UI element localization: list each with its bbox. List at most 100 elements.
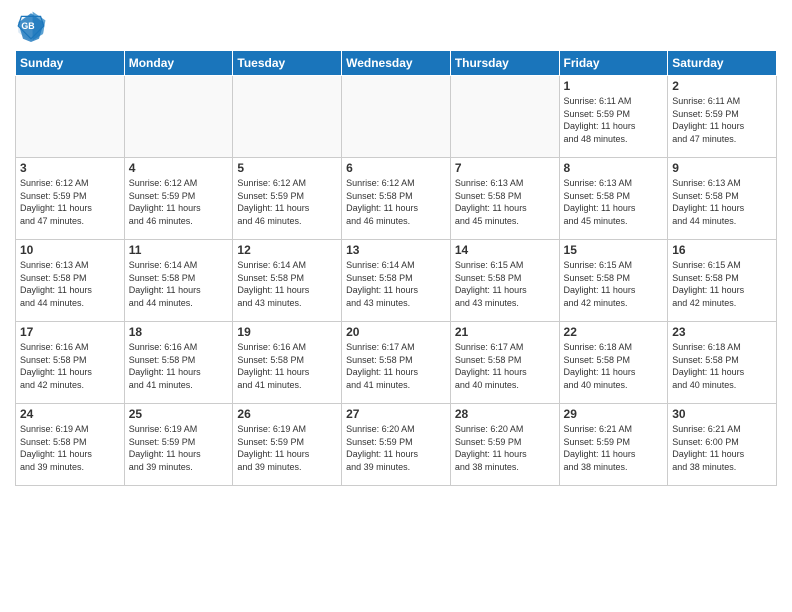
logo-icon: GB [15,10,47,42]
day-info: Sunrise: 6:11 AM Sunset: 5:59 PM Dayligh… [564,95,664,145]
day-info: Sunrise: 6:16 AM Sunset: 5:58 PM Dayligh… [129,341,229,391]
calendar-cell [124,76,233,158]
calendar-cell: 11Sunrise: 6:14 AM Sunset: 5:58 PM Dayli… [124,240,233,322]
day-info: Sunrise: 6:18 AM Sunset: 5:58 PM Dayligh… [672,341,772,391]
day-info: Sunrise: 6:14 AM Sunset: 5:58 PM Dayligh… [129,259,229,309]
calendar-cell: 18 Sunrise: 6:16 AM Sunset: 5:58 PM Dayli… [124,322,233,404]
day-number: 30 [672,407,772,421]
calendar-cell: 20 Sunrise: 6:17 AM Sunset: 5:58 PM Dayli… [342,322,451,404]
calendar-cell [342,76,451,158]
day-info: Sunrise: 6:13 AM Sunset: 5:58 PM Dayligh… [455,177,555,227]
calendar-cell: 14 Sunrise: 6:15 AM Sunset: 5:58 PM Dayli… [450,240,559,322]
day-info: Sunrise: 6:21 AM Sunset: 5:59 PM Dayligh… [564,423,664,473]
day-number: 15 [564,243,664,257]
calendar-cell: 17 Sunrise: 6:16 AM Sunset: 5:58 PM Dayli… [16,322,125,404]
calendar-cell: 15 Sunrise: 6:15 AM Sunset: 5:58 PM Dayli… [559,240,668,322]
day-number: 17 [20,325,120,339]
day-info: Sunrise: 6:17 AM Sunset: 5:58 PM Dayligh… [455,341,555,391]
day-info: Sunrise: 6:14 AM Sunset: 5:58 PM Dayligh… [237,259,337,309]
day-number: 18 [129,325,229,339]
day-info: Sunrise: 6:20 AM Sunset: 5:59 PM Dayligh… [455,423,555,473]
calendar-cell: 26 Sunrise: 6:19 AM Sunset: 5:59 PM Dayli… [233,404,342,486]
weekday-header: Tuesday [233,51,342,76]
day-info: Sunrise: 6:15 AM Sunset: 5:58 PM Dayligh… [564,259,664,309]
day-number: 26 [237,407,337,421]
day-number: 24 [20,407,120,421]
weekday-header: Friday [559,51,668,76]
day-info: Sunrise: 6:19 AM Sunset: 5:59 PM Dayligh… [237,423,337,473]
calendar-cell: 6 Sunrise: 6:12 AM Sunset: 5:58 PM Daylig… [342,158,451,240]
day-number: 8 [564,161,664,175]
calendar-cell: 21 Sunrise: 6:17 AM Sunset: 5:58 PM Dayli… [450,322,559,404]
day-number: 3 [20,161,120,175]
header: GB [15,10,777,42]
calendar-cell: 22 Sunrise: 6:18 AM Sunset: 5:58 PM Dayli… [559,322,668,404]
day-info: Sunrise: 6:18 AM Sunset: 5:58 PM Dayligh… [564,341,664,391]
day-info: Sunrise: 6:19 AM Sunset: 5:58 PM Dayligh… [20,423,120,473]
day-info: Sunrise: 6:15 AM Sunset: 5:58 PM Dayligh… [455,259,555,309]
calendar-cell: 9 Sunrise: 6:13 AM Sunset: 5:58 PM Daylig… [668,158,777,240]
day-info: Sunrise: 6:17 AM Sunset: 5:58 PM Dayligh… [346,341,446,391]
day-info: Sunrise: 6:20 AM Sunset: 5:59 PM Dayligh… [346,423,446,473]
day-number: 4 [129,161,229,175]
calendar-cell: 1 Sunrise: 6:11 AM Sunset: 5:59 PM Daylig… [559,76,668,158]
day-number: 13 [346,243,446,257]
day-info: Sunrise: 6:13 AM Sunset: 5:58 PM Dayligh… [564,177,664,227]
logo: GB [15,10,51,42]
day-number: 29 [564,407,664,421]
day-info: Sunrise: 6:12 AM Sunset: 5:59 PM Dayligh… [20,177,120,227]
day-number: 28 [455,407,555,421]
calendar-cell: 27Sunrise: 6:20 AM Sunset: 5:59 PM Dayli… [342,404,451,486]
day-info: Sunrise: 6:16 AM Sunset: 5:58 PM Dayligh… [20,341,120,391]
calendar-week-row: 3 Sunrise: 6:12 AM Sunset: 5:59 PM Daylig… [16,158,777,240]
page: GB SundayMondayTuesdayWednesdayThursdayF… [0,0,792,612]
day-info: Sunrise: 6:21 AM Sunset: 6:00 PM Dayligh… [672,423,772,473]
day-number: 19 [237,325,337,339]
day-number: 9 [672,161,772,175]
day-number: 7 [455,161,555,175]
weekday-header: Sunday [16,51,125,76]
calendar-cell: 28 Sunrise: 6:20 AM Sunset: 5:59 PM Dayli… [450,404,559,486]
calendar-cell: 30 Sunrise: 6:21 AM Sunset: 6:00 PM Dayli… [668,404,777,486]
day-number: 14 [455,243,555,257]
calendar-cell: 5Sunrise: 6:12 AM Sunset: 5:59 PM Daylig… [233,158,342,240]
calendar: SundayMondayTuesdayWednesdayThursdayFrid… [15,50,777,486]
day-number: 20 [346,325,446,339]
calendar-week-row: 1 Sunrise: 6:11 AM Sunset: 5:59 PM Daylig… [16,76,777,158]
day-number: 2 [672,79,772,93]
day-number: 16 [672,243,772,257]
calendar-header-row: SundayMondayTuesdayWednesdayThursdayFrid… [16,51,777,76]
calendar-cell: 13 Sunrise: 6:14 AM Sunset: 5:58 PM Dayli… [342,240,451,322]
calendar-cell: 3 Sunrise: 6:12 AM Sunset: 5:59 PM Daylig… [16,158,125,240]
day-info: Sunrise: 6:12 AM Sunset: 5:59 PM Dayligh… [237,177,337,227]
day-info: Sunrise: 6:13 AM Sunset: 5:58 PM Dayligh… [20,259,120,309]
calendar-week-row: 24 Sunrise: 6:19 AM Sunset: 5:58 PM Dayli… [16,404,777,486]
calendar-cell: 29 Sunrise: 6:21 AM Sunset: 5:59 PM Dayli… [559,404,668,486]
day-info: Sunrise: 6:19 AM Sunset: 5:59 PM Dayligh… [129,423,229,473]
day-info: Sunrise: 6:12 AM Sunset: 5:59 PM Dayligh… [129,177,229,227]
calendar-cell: 25 Sunrise: 6:19 AM Sunset: 5:59 PM Dayli… [124,404,233,486]
day-number: 6 [346,161,446,175]
weekday-header: Thursday [450,51,559,76]
calendar-cell: 8 Sunrise: 6:13 AM Sunset: 5:58 PM Daylig… [559,158,668,240]
day-info: Sunrise: 6:13 AM Sunset: 5:58 PM Dayligh… [672,177,772,227]
weekday-header: Saturday [668,51,777,76]
calendar-cell: 23 Sunrise: 6:18 AM Sunset: 5:58 PM Dayli… [668,322,777,404]
day-info: Sunrise: 6:12 AM Sunset: 5:58 PM Dayligh… [346,177,446,227]
calendar-cell: 24 Sunrise: 6:19 AM Sunset: 5:58 PM Dayli… [16,404,125,486]
weekday-header: Wednesday [342,51,451,76]
day-number: 12 [237,243,337,257]
calendar-cell: 12 Sunrise: 6:14 AM Sunset: 5:58 PM Dayli… [233,240,342,322]
day-number: 25 [129,407,229,421]
day-number: 23 [672,325,772,339]
calendar-cell: 19Sunrise: 6:16 AM Sunset: 5:58 PM Dayli… [233,322,342,404]
day-number: 21 [455,325,555,339]
calendar-cell [450,76,559,158]
day-info: Sunrise: 6:14 AM Sunset: 5:58 PM Dayligh… [346,259,446,309]
calendar-week-row: 10Sunrise: 6:13 AM Sunset: 5:58 PM Dayli… [16,240,777,322]
calendar-cell: 4 Sunrise: 6:12 AM Sunset: 5:59 PM Daylig… [124,158,233,240]
day-number: 22 [564,325,664,339]
day-number: 1 [564,79,664,93]
calendar-cell: 16Sunrise: 6:15 AM Sunset: 5:58 PM Dayli… [668,240,777,322]
calendar-cell: 2Sunrise: 6:11 AM Sunset: 5:59 PM Daylig… [668,76,777,158]
